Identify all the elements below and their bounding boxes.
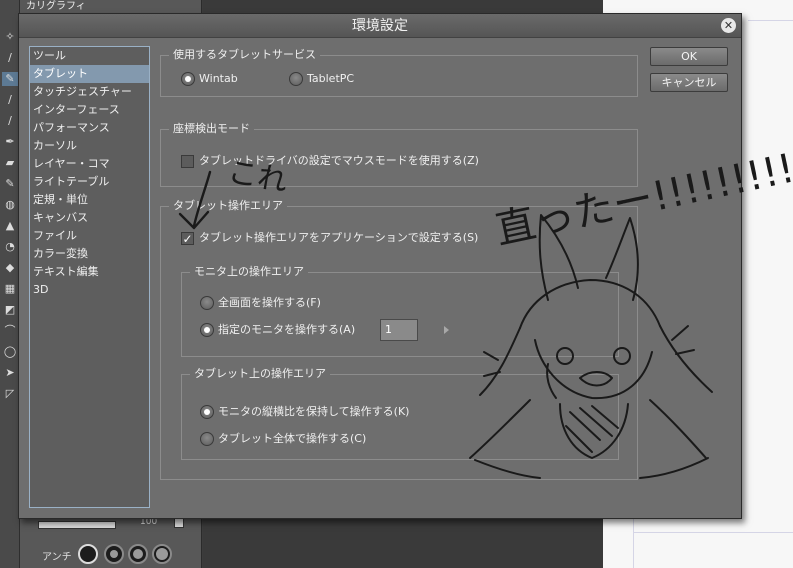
antialias-label: アンチ xyxy=(42,552,72,563)
close-icon[interactable]: ✕ xyxy=(721,18,736,33)
category-item[interactable]: ライトテーブル xyxy=(30,173,149,191)
app-area-label: タブレット操作エリアをアプリケーションで設定する(S) xyxy=(199,231,479,244)
radio-specified-monitor[interactable]: 指定のモニタを操作する(A) xyxy=(200,322,355,338)
antialias-strong-option[interactable] xyxy=(152,544,172,564)
tablet-service-group: 使用するタブレットサービス Wintab TabletPC xyxy=(160,48,638,97)
mouse-mode-label: タブレットドライバの設定でマウスモードを使用する(Z) xyxy=(199,154,479,167)
app-area-checkbox[interactable]: ✓ タブレット操作エリアをアプリケーションで設定する(S) xyxy=(181,230,478,246)
app-area-check-box[interactable]: ✓ xyxy=(181,231,194,245)
radio-tabletpc-indicator[interactable] xyxy=(289,72,303,86)
canvas-guide-horizontal xyxy=(633,532,793,533)
radio-tabletpc[interactable]: TabletPC xyxy=(289,71,354,87)
monitor-area-group: モニタ上の操作エリア 全画面を操作する(F) 指定のモニタを操作する(A) 1 xyxy=(181,265,619,357)
radio-specified-monitor-label: 指定のモニタを操作する(A) xyxy=(218,323,356,336)
monitor-number-input[interactable]: 1 xyxy=(380,319,418,341)
tool-icon[interactable]: ✎ xyxy=(2,177,18,191)
category-item[interactable]: 3D xyxy=(30,281,149,299)
mouse-mode-checkbox[interactable]: タブレットドライバの設定でマウスモードを使用する(Z) xyxy=(181,153,479,169)
tool-icon[interactable]: ∕ xyxy=(2,93,18,107)
category-item[interactable]: タッチジェスチャー xyxy=(30,83,149,101)
category-item[interactable]: 定規・単位 xyxy=(30,191,149,209)
tool-icon[interactable]: ✒ xyxy=(2,135,18,149)
tool-icon[interactable]: ∕ xyxy=(2,114,18,128)
radio-wintab-label: Wintab xyxy=(199,72,238,85)
tablet-sub-area-group: タブレット上の操作エリア モニタの縦横比を保持して操作する(K) タブレット全体… xyxy=(181,367,619,460)
antialias-medium-option[interactable] xyxy=(128,544,148,564)
tool-icon[interactable]: ◯ xyxy=(2,345,18,359)
tool-icon[interactable]: ⌒ xyxy=(2,324,18,338)
tool-icon[interactable]: ◍ xyxy=(2,198,18,212)
tool-icon[interactable]: ◩ xyxy=(2,303,18,317)
category-item[interactable]: ファイル xyxy=(30,227,149,245)
radio-whole-tablet-label: タブレット全体で操作する(C) xyxy=(218,432,367,445)
category-item[interactable]: ツール xyxy=(30,47,149,65)
radio-keep-aspect-label: モニタの縦横比を保持して操作する(K) xyxy=(218,405,410,418)
category-item[interactable]: カーソル xyxy=(30,137,149,155)
tool-icon[interactable]: ▲ xyxy=(2,219,18,233)
tablet-area-group: タブレット操作エリア ✓ タブレット操作エリアをアプリケーションで設定する(S) … xyxy=(160,199,638,480)
category-item[interactable]: カラー変換 xyxy=(30,245,149,263)
radio-wintab-indicator[interactable] xyxy=(181,72,195,86)
category-item[interactable]: タブレット xyxy=(30,65,149,83)
category-item[interactable]: インターフェース xyxy=(30,101,149,119)
tool-icon[interactable]: ◔ xyxy=(2,240,18,254)
tool-icon[interactable]: ▦ xyxy=(2,282,18,296)
radio-whole-tablet[interactable]: タブレット全体で操作する(C) xyxy=(200,431,366,447)
tool-icon[interactable]: ✧ xyxy=(2,30,18,44)
preferences-dialog: 環境設定 ✕ ツール タブレット タッチジェスチャー インターフェース パフォーマンスカ… xyxy=(18,13,742,519)
antialias-none-option[interactable] xyxy=(78,544,98,564)
radio-full-screen-indicator[interactable] xyxy=(200,296,214,310)
mouse-mode-check-box[interactable] xyxy=(181,154,194,168)
category-list: ツール タブレット タッチジェスチャー インターフェース パフォーマンス カーソル レイヤー… xyxy=(29,46,150,508)
tablet-area-title: タブレット操作エリア xyxy=(169,199,287,213)
radio-specified-monitor-indicator[interactable] xyxy=(200,323,214,337)
panel-title: カリグラフィ xyxy=(26,1,86,12)
category-item[interactable]: レイヤー・コマ xyxy=(30,155,149,173)
tool-icon[interactable]: ➤ xyxy=(2,366,18,380)
tool-icon[interactable]: ✎ xyxy=(2,72,18,86)
tool-icon[interactable]: ▰ xyxy=(2,156,18,170)
tablet-sub-area-title: タブレット上の操作エリア xyxy=(190,367,330,381)
monitor-next-arrow-icon[interactable] xyxy=(444,326,449,334)
coordinate-mode-title: 座標検出モード xyxy=(169,122,254,136)
tool-icon[interactable]: ◸ xyxy=(2,387,18,401)
radio-keep-aspect-indicator[interactable] xyxy=(200,405,214,419)
category-item[interactable]: パフォーマンス xyxy=(30,119,149,137)
category-item[interactable]: テキスト編集 xyxy=(30,263,149,281)
category-item[interactable]: キャンバス xyxy=(30,209,149,227)
cancel-button[interactable]: キャンセル xyxy=(650,73,728,92)
dialog-title: 環境設定 xyxy=(352,18,408,34)
canvas-guide-top xyxy=(748,20,793,21)
radio-whole-tablet-indicator[interactable] xyxy=(200,432,214,446)
brush-size-slider[interactable] xyxy=(38,521,116,529)
tool-icon[interactable]: ◆ xyxy=(2,261,18,275)
radio-keep-aspect[interactable]: モニタの縦横比を保持して操作する(K) xyxy=(200,404,409,420)
radio-tabletpc-label: TabletPC xyxy=(307,72,355,85)
monitor-area-title: モニタ上の操作エリア xyxy=(190,265,308,279)
antialias-weak-option[interactable] xyxy=(104,544,124,564)
tablet-service-title: 使用するタブレットサービス xyxy=(169,48,320,62)
tool-icon[interactable]: ∕ xyxy=(2,51,18,65)
radio-wintab[interactable]: Wintab xyxy=(181,71,238,87)
coordinate-mode-group: 座標検出モード タブレットドライバの設定でマウスモードを使用する(Z) xyxy=(160,122,638,187)
dialog-title-bar[interactable]: 環境設定 ✕ xyxy=(19,14,741,38)
radio-full-screen-label: 全画面を操作する(F) xyxy=(218,296,321,309)
radio-full-screen[interactable]: 全画面を操作する(F) xyxy=(200,295,321,311)
ok-button[interactable]: OK xyxy=(650,47,728,66)
